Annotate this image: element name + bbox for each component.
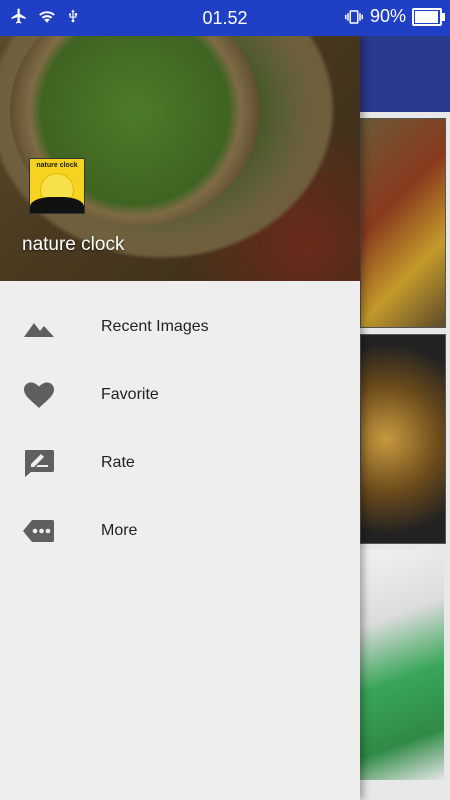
logo-text: nature clock <box>36 162 78 169</box>
battery-icon <box>412 7 445 26</box>
landscape-icon <box>24 323 54 337</box>
rate-review-icon <box>25 450 54 477</box>
drawer-menu: Recent Images Favorite Rate More <box>0 281 360 565</box>
app-logo: nature clock <box>29 158 85 214</box>
vibrate-icon <box>344 9 363 24</box>
menu-item-rate[interactable]: Rate <box>0 429 360 497</box>
menu-item-label: Rate <box>101 454 135 471</box>
drawer-app-title: nature clock <box>22 234 125 255</box>
menu-item-label: Recent Images <box>101 318 209 335</box>
wallpaper-grid <box>360 118 446 786</box>
battery-percent: 90% <box>369 6 406 26</box>
drawer-header: nature clock nature clock <box>0 36 360 281</box>
logo-silhouette <box>30 197 84 213</box>
status-bar: 01.52 90% <box>0 0 450 36</box>
navigation-drawer: nature clock nature clock Recent Images … <box>0 36 360 800</box>
menu-item-favorite[interactable]: Favorite <box>0 361 360 429</box>
more-tag-icon <box>23 520 54 542</box>
menu-item-label: More <box>101 522 138 539</box>
menu-item-more[interactable]: More <box>0 497 360 565</box>
wallpaper-thumbnail[interactable] <box>360 118 446 328</box>
wallpaper-thumbnail[interactable] <box>360 550 444 780</box>
wallpaper-thumbnail[interactable] <box>360 334 446 544</box>
heart-icon <box>24 382 54 408</box>
menu-item-recent-images[interactable]: Recent Images <box>0 293 360 361</box>
menu-item-label: Favorite <box>101 386 159 403</box>
status-right-icons: 90% <box>344 6 445 27</box>
